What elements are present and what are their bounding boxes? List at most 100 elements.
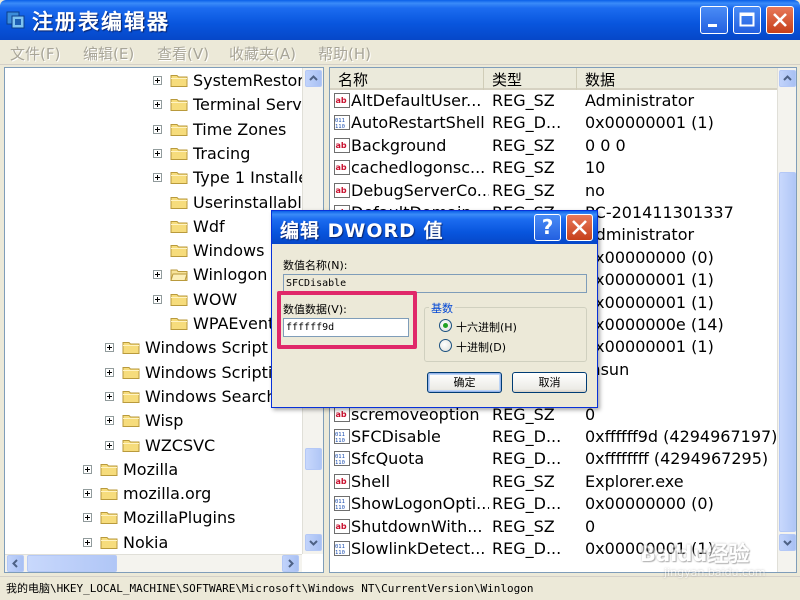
tree-item[interactable]: WPAEvents	[5, 313, 305, 337]
menu-help[interactable]: 帮助(H)	[318, 43, 371, 64]
list-row[interactable]: ab cachedlogonsc... REG_SZ 10	[330, 157, 780, 179]
tree-item[interactable]: Type 1 Installer	[5, 167, 315, 191]
list-vertical-scrollbar[interactable]	[777, 68, 796, 572]
tree-item[interactable]: Wisp	[5, 410, 305, 434]
tree-item-label: Terminal Server	[193, 95, 319, 115]
expand-toggle-icon[interactable]	[153, 124, 162, 134]
tree-item-label: SystemRestore	[193, 71, 314, 90]
scroll-thumb[interactable]	[779, 172, 796, 532]
menu-favorites[interactable]: 收藏夹(A)	[229, 43, 296, 64]
hex-radio[interactable]	[439, 319, 452, 332]
dialog-help-button[interactable]: ?	[534, 214, 561, 241]
list-row[interactable]: 011 110 ShowLogonOpti... REG_D... 0x00000000…	[330, 493, 780, 515]
expand-toggle-icon[interactable]	[105, 343, 114, 353]
tree-item[interactable]: Windows Script Host	[5, 337, 309, 361]
close-button[interactable]	[766, 6, 794, 34]
value-data-cell: PC-201411301337	[585, 203, 734, 222]
column-header-name[interactable]: 名称	[330, 68, 484, 90]
dialog-title-bar[interactable]: 编辑 DWORD 值 ?	[272, 211, 597, 244]
expand-toggle-icon[interactable]	[105, 440, 114, 450]
tree-item-label: mozilla.org	[123, 484, 212, 504]
menu-edit[interactable]: 编辑(E)	[83, 43, 134, 64]
tree-item[interactable]: Mozilla	[5, 459, 305, 483]
expand-toggle-icon[interactable]	[83, 513, 92, 523]
dec-radio-label[interactable]: 十进制(D)	[456, 339, 506, 355]
expand-toggle-icon[interactable]	[83, 537, 92, 547]
expand-toggle-icon[interactable]	[153, 270, 162, 280]
folder-icon	[170, 99, 188, 112]
close-icon	[572, 220, 587, 235]
hex-radio-label[interactable]: 十六进制(H)	[456, 319, 517, 335]
tree-item[interactable]: Winlogon	[5, 264, 305, 288]
tree-item[interactable]: Windows	[5, 240, 305, 264]
dialog-close-button[interactable]	[566, 214, 593, 241]
column-header-data[interactable]: 数据	[577, 68, 780, 90]
title-bar[interactable]: 注册表编辑器	[0, 0, 800, 40]
value-name-cell: Background	[351, 135, 447, 155]
list-row[interactable]: ab AltDefaultUser... REG_SZ Administrator	[330, 90, 780, 112]
cancel-button[interactable]: 取消	[512, 372, 587, 393]
binary-value-icon: 011110	[334, 115, 350, 131]
expand-toggle-icon[interactable]	[105, 367, 114, 377]
menu-file[interactable]: 文件(F)	[10, 43, 60, 64]
list-row[interactable]: ab DebugServerCo... REG_SZ no	[330, 180, 780, 202]
tree-item[interactable]: Wdf	[5, 216, 305, 240]
tree-item[interactable]: Terminal Server	[5, 94, 318, 118]
scroll-up-button[interactable]	[779, 70, 796, 87]
list-row[interactable]: 011 110 SFCDisable REG_D... 0xffffff9d (4294…	[330, 426, 780, 448]
value-data-cell: 0x00000000 (0)	[585, 247, 714, 267]
tree-item[interactable]: WOW	[5, 289, 305, 313]
tree-item[interactable]: WZCSVC	[5, 435, 305, 459]
expand-toggle-icon[interactable]	[153, 173, 162, 183]
value-name-cell: SlowlinkDetect...	[351, 539, 486, 558]
scroll-thumb[interactable]	[305, 448, 322, 470]
expand-toggle-icon[interactable]	[83, 489, 92, 499]
tree-item-label: WZCSVC	[145, 435, 216, 455]
scroll-left-button[interactable]	[7, 555, 24, 572]
scroll-down-button[interactable]	[305, 534, 322, 551]
tree-item[interactable]: MozillaPlugins	[5, 507, 305, 531]
value-type-cell: REG_SZ	[492, 471, 555, 491]
scroll-thumb[interactable]	[27, 555, 117, 572]
value-type-cell: REG_D...	[492, 449, 562, 469]
tree-item[interactable]: Windows Scripting Host	[5, 362, 323, 386]
tree-item-label: Wisp	[145, 411, 184, 431]
expand-toggle-icon[interactable]	[153, 100, 162, 110]
expand-toggle-icon[interactable]	[153, 148, 162, 158]
column-header-type[interactable]: 类型	[484, 68, 577, 90]
list-row[interactable]: ab Background REG_SZ 0 0 0	[330, 135, 780, 157]
value-type-cell: REG_SZ	[492, 135, 555, 155]
tree-item-label: Nokia	[123, 532, 169, 552]
value-name-cell: AltDefaultUser...	[351, 91, 482, 110]
list-row[interactable]: ab ShutdownWith... REG_SZ 0	[330, 516, 780, 538]
binary-value-icon: 011110	[334, 541, 350, 556]
value-data-cell: 0x00000001 (1)	[585, 270, 714, 290]
tree-horizontal-scrollbar[interactable]	[5, 554, 302, 572]
tree-item[interactable]: Tracing	[5, 143, 305, 167]
expand-toggle-icon[interactable]	[83, 464, 92, 474]
tree-item[interactable]: Userinstallable.drivers	[5, 192, 323, 216]
dec-radio[interactable]	[439, 339, 452, 352]
maximize-button[interactable]	[733, 6, 761, 34]
ok-button[interactable]: 确定	[427, 372, 502, 393]
menu-view[interactable]: 查看(V)	[157, 43, 209, 64]
expand-toggle-icon[interactable]	[105, 391, 114, 401]
expand-toggle-icon[interactable]	[153, 76, 162, 85]
minimize-button[interactable]	[700, 6, 728, 34]
tree-item[interactable]: Time Zones	[5, 119, 305, 143]
value-data-cell: 0x0000000e (14)	[585, 315, 724, 334]
scroll-right-button[interactable]	[282, 555, 299, 572]
expand-toggle-icon[interactable]	[153, 294, 162, 304]
tree-item[interactable]: SystemRestore	[5, 70, 313, 94]
tree-item[interactable]: mozilla.org	[5, 483, 305, 507]
list-row[interactable]: ab Shell REG_SZ Explorer.exe	[330, 471, 780, 493]
string-value-icon: ab	[334, 93, 350, 108]
folder-icon	[122, 415, 140, 428]
scroll-up-button[interactable]	[305, 70, 322, 87]
expand-toggle-icon[interactable]	[105, 416, 114, 426]
tree-item[interactable]: Windows Search	[5, 386, 305, 410]
tree-item[interactable]: Nokia	[5, 532, 305, 556]
folder-icon	[170, 293, 188, 306]
list-row[interactable]: 011 110 SfcQuota REG_D... 0xffffffff (429496…	[330, 448, 780, 470]
list-row[interactable]: 011 110 AutoRestartShell REG_D... 0x00000001…	[330, 112, 780, 134]
